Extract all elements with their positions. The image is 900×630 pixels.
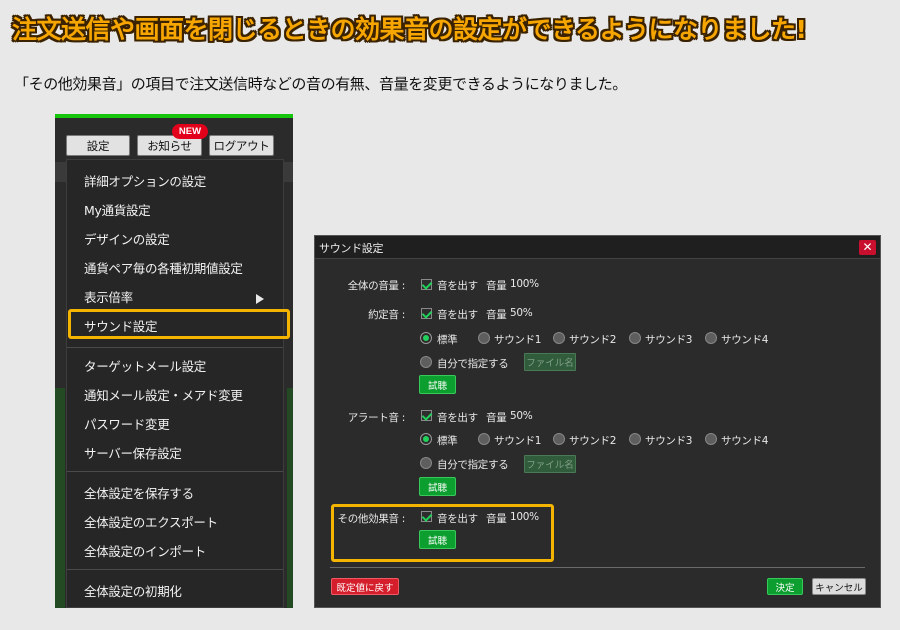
alert-radio-sound3[interactable] <box>629 433 641 445</box>
dialog-title: サウンド設定 <box>319 242 384 255</box>
menu-item-design[interactable]: デザインの設定 <box>84 227 170 249</box>
execution-radio-custom[interactable] <box>420 356 432 368</box>
other-sound-label: その他効果音 : <box>337 513 406 525</box>
background-chart-area <box>55 388 65 608</box>
sound-highlight-box <box>68 309 290 339</box>
overall-volume-value[interactable]: 100% <box>510 278 539 290</box>
menu-item-notify-mail[interactable]: 通知メール設定・メアド変更 <box>84 383 243 405</box>
cancel-button[interactable]: キャンセル <box>812 578 866 595</box>
alert-volume-caption: 音量 <box>486 412 507 424</box>
menu-divider <box>67 347 283 348</box>
other-volume-value[interactable]: 100% <box>510 511 539 523</box>
dialog-divider <box>330 567 865 568</box>
settings-button[interactable]: 設定 <box>66 135 130 156</box>
overall-sound-checkbox-label: 音を出す <box>437 280 478 292</box>
logout-button[interactable]: ログアウト <box>209 135 274 156</box>
alert-volume-value[interactable]: 50% <box>510 410 533 422</box>
execution-option-label: サウンド4 <box>721 334 769 346</box>
menu-item-import[interactable]: 全体設定のインポート <box>84 539 206 561</box>
menu-item-reset-all[interactable]: 全体設定の初期化 <box>84 579 182 601</box>
execution-option-label: 標準 <box>437 334 458 346</box>
menu-item-target-mail[interactable]: ターゲットメール設定 <box>84 354 206 376</box>
menu-item-export[interactable]: 全体設定のエクスポート <box>84 510 218 532</box>
execution-radio-sound1[interactable] <box>478 332 490 344</box>
menu-divider <box>67 471 283 472</box>
execution-try-button[interactable]: 試聴 <box>419 375 456 394</box>
menu-item-password[interactable]: パスワード変更 <box>84 412 170 434</box>
dialog-titlebar: サウンド設定 ✕ <box>315 236 880 259</box>
alert-sound-label: アラート音 : <box>347 412 406 424</box>
background-chart-area-right <box>287 388 293 608</box>
execution-option-label: サウンド3 <box>645 334 693 346</box>
alert-radio-sound1[interactable] <box>478 433 490 445</box>
other-volume-caption: 音量 <box>486 513 507 525</box>
alert-sound-checkbox[interactable] <box>421 410 432 421</box>
triangle-right-icon <box>256 294 264 304</box>
other-sound-checkbox-label: 音を出す <box>437 513 478 525</box>
execution-file-button[interactable]: ファイル名 <box>524 353 576 371</box>
execution-custom-label: 自分で指定する <box>437 358 509 370</box>
menu-item-server-save[interactable]: サーバー保存設定 <box>84 441 182 463</box>
menu-item-save-all[interactable]: 全体設定を保存する <box>84 481 194 503</box>
execution-volume-value[interactable]: 50% <box>510 307 533 319</box>
execution-sound-checkbox[interactable] <box>421 308 432 319</box>
alert-option-label: サウンド2 <box>569 435 617 447</box>
alert-option-label: サウンド4 <box>721 435 769 447</box>
alert-try-button[interactable]: 試聴 <box>419 477 456 496</box>
close-icon[interactable]: ✕ <box>859 240 876 255</box>
lead-text: 「その他効果音」の項目で注文送信時などの音の有無、音量を変更できるようになりまし… <box>14 75 627 93</box>
overall-sound-checkbox[interactable] <box>421 279 432 290</box>
menu-item-zoom[interactable]: 表示倍率 <box>84 285 133 307</box>
menu-item-detail-options[interactable]: 詳細オプションの設定 <box>84 169 206 191</box>
alert-radio-sound4[interactable] <box>705 433 717 445</box>
execution-option-label: サウンド1 <box>494 334 542 346</box>
other-sound-checkbox[interactable] <box>421 511 432 522</box>
alert-option-label: 標準 <box>437 435 458 447</box>
settings-dropdown: 詳細オプションの設定 My通貨設定 デザインの設定 通貨ペア毎の各種初期値設定 … <box>66 159 290 608</box>
other-try-button[interactable]: 試聴 <box>419 530 456 549</box>
ok-button[interactable]: 決定 <box>767 578 803 595</box>
settings-menu-screenshot: 設定 お知らせ NEW ログアウト 詳細オプションの設定 My通貨設定 デザイン… <box>55 114 293 608</box>
menu-divider <box>67 569 283 570</box>
execution-radio-standard[interactable] <box>420 332 432 344</box>
menu-item-my-currency[interactable]: My通貨設定 <box>84 198 151 220</box>
menu-item-pair-defaults[interactable]: 通貨ペア毎の各種初期値設定 <box>84 256 243 278</box>
execution-option-label: サウンド2 <box>569 334 617 346</box>
alert-radio-standard[interactable] <box>420 433 432 445</box>
execution-sound-label: 約定音 : <box>368 309 405 321</box>
sound-settings-dialog: サウンド設定 ✕ 全体の音量 : 音を出す 音量 100% 約定音 : 音を出す… <box>314 235 881 608</box>
new-badge: NEW <box>172 124 208 139</box>
overall-volume-label: 全体の音量 : <box>347 280 406 292</box>
execution-sound-checkbox-label: 音を出す <box>437 309 478 321</box>
overall-volume-caption: 音量 <box>486 280 507 292</box>
execution-radio-sound2[interactable] <box>553 332 565 344</box>
reset-defaults-button[interactable]: 既定値に戻す <box>331 578 399 595</box>
alert-option-label: サウンド1 <box>494 435 542 447</box>
execution-radio-sound3[interactable] <box>629 332 641 344</box>
alert-radio-sound2[interactable] <box>553 433 565 445</box>
alert-option-label: サウンド3 <box>645 435 693 447</box>
execution-radio-sound4[interactable] <box>705 332 717 344</box>
headline: 注文送信や画面を閉じるときの効果音の設定ができるようになりました! <box>12 15 807 44</box>
alert-file-button[interactable]: ファイル名 <box>524 455 576 473</box>
alert-sound-checkbox-label: 音を出す <box>437 412 478 424</box>
alert-custom-label: 自分で指定する <box>437 459 509 471</box>
execution-volume-caption: 音量 <box>486 309 507 321</box>
alert-radio-custom[interactable] <box>420 457 432 469</box>
